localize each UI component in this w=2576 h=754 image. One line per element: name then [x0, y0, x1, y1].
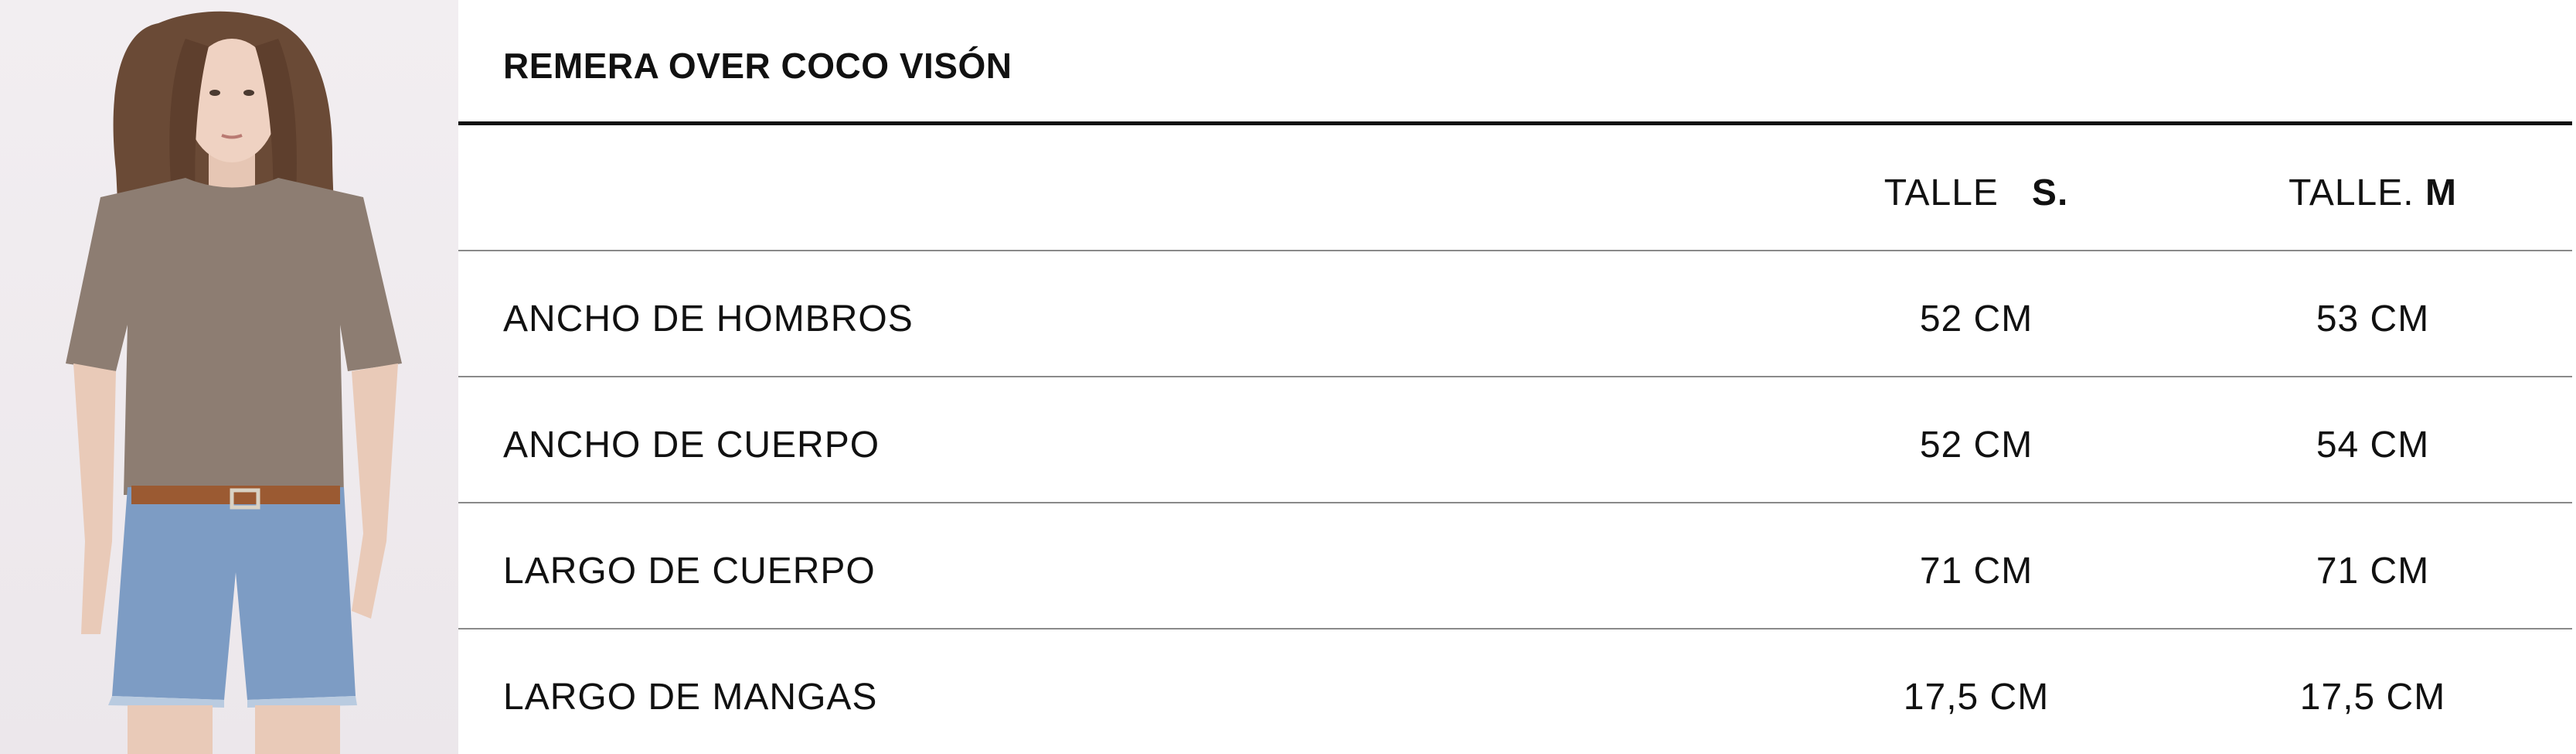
row-label-sleeve-length: LARGO DE MANGAS: [503, 677, 878, 718]
row-divider: [458, 250, 2572, 251]
size-chart-table: REMERA OVER COCO VISÓN TALLE S. TALLE. M…: [458, 0, 2576, 754]
cell-sleeve-length-m: 17,5 CM: [2299, 677, 2446, 718]
row-label-body-width: ANCHO DE CUERPO: [503, 425, 880, 466]
cell-shoulder-width-m: 53 CM: [2316, 299, 2430, 339]
product-title: REMERA OVER COCO VISÓN: [503, 46, 1012, 86]
row-label-shoulder-width: ANCHO DE HOMBROS: [503, 299, 914, 339]
header-size-s-value: S.: [2031, 172, 2069, 213]
row-divider: [458, 628, 2572, 629]
row-divider: [458, 502, 2572, 503]
cell-body-width-m: 54 CM: [2316, 425, 2430, 466]
cell-body-length-m: 71 CM: [2316, 551, 2430, 592]
cell-shoulder-width-s: 52 CM: [1919, 299, 2033, 339]
row-label-body-length: LARGO DE CUERPO: [503, 551, 876, 592]
header-size-s: TALLE S.: [1822, 172, 2131, 214]
cell-body-width-s: 52 CM: [1919, 425, 2033, 466]
title-divider: [458, 121, 2572, 125]
cell-sleeve-length-s: 17,5 CM: [1903, 677, 2050, 718]
cell-body-length-s: 71 CM: [1919, 551, 2033, 592]
header-size-m-value: M: [2425, 172, 2457, 213]
header-size-m: TALLE. M: [2218, 172, 2527, 214]
model-illustration: [66, 11, 402, 754]
row-divider: [458, 376, 2572, 377]
product-photo: [0, 0, 458, 754]
header-size-m-prefix: TALLE.: [2288, 172, 2414, 213]
header-size-s-prefix: TALLE: [1884, 172, 1999, 213]
